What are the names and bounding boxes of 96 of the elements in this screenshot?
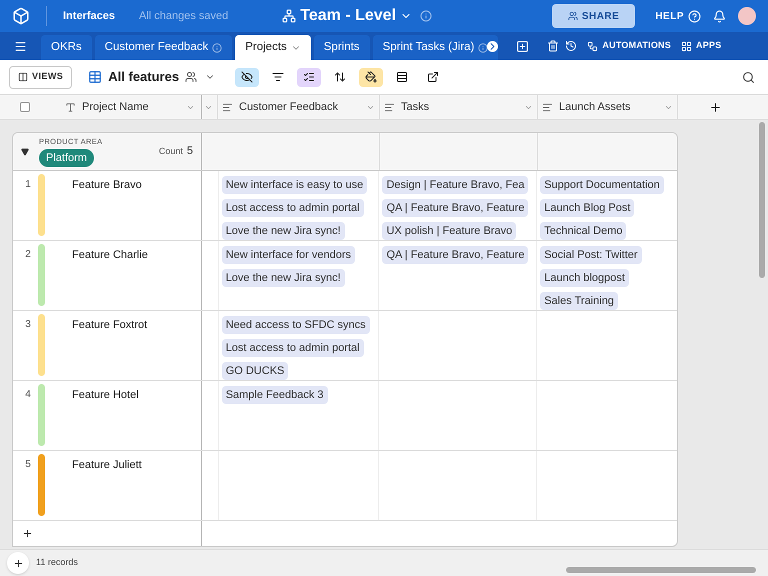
record-row[interactable]: 3 Feature Foxtrot Need access to SFDC syncs Lost access to admin portal GO DUCKS <box>13 311 677 381</box>
project-name-cell-text: Feature Bravo <box>72 178 142 193</box>
linked-field-icon <box>384 102 395 112</box>
column-header[interactable]: Project Name <box>82 98 149 116</box>
project-name-cell-text: Feature Juliett <box>72 458 142 473</box>
table-tab[interactable]: Sprints <box>314 35 370 60</box>
add-field-icon[interactable] <box>708 100 722 114</box>
bell-icon[interactable] <box>713 10 726 22</box>
sidebar-icon <box>18 72 28 82</box>
menu-icon[interactable] <box>14 40 27 52</box>
project-name-cell-text: Feature Charlie <box>72 248 148 263</box>
views-button[interactable]: VIEWS <box>9 66 72 88</box>
filter-icon <box>272 71 284 83</box>
linked-record-chip[interactable]: New interface for vendors <box>222 246 356 264</box>
row-number: 2 <box>24 248 32 262</box>
linked-record-chip[interactable]: Sales Training <box>540 292 618 310</box>
history-icon[interactable] <box>565 40 578 52</box>
group-count-label: Count <box>158 144 183 158</box>
hide-tool-button[interactable] <box>235 68 260 86</box>
apps-button[interactable]: APPS <box>681 39 722 53</box>
linked-record-chip[interactable]: Launch Blog Post <box>540 199 634 217</box>
color-tool-button[interactable] <box>359 68 384 86</box>
add-record-icon[interactable] <box>22 528 33 539</box>
row-number: 5 <box>24 458 32 472</box>
table-tab[interactable]: Customer Feedback <box>94 35 232 60</box>
text-field-icon <box>65 102 76 112</box>
column-header[interactable]: Launch Assets <box>559 98 631 116</box>
help-icon[interactable] <box>688 10 701 22</box>
linked-record-chip[interactable]: Lost access to admin portal <box>222 339 364 357</box>
info-icon[interactable] <box>420 10 432 22</box>
people-icon <box>568 11 578 21</box>
column-header[interactable]: Customer Feedback <box>239 98 338 116</box>
project-name-cell-text: Feature Hotel <box>72 388 139 403</box>
table-tab[interactable]: OKRs <box>41 35 92 60</box>
hide-icon <box>241 71 254 83</box>
share-icon <box>427 71 440 83</box>
column-header[interactable]: Tasks <box>401 98 430 116</box>
color-icon <box>365 71 378 83</box>
share-button[interactable]: SHARE <box>552 4 636 28</box>
linked-record-chip[interactable]: Need access to SFDC syncs <box>222 316 370 334</box>
save-status: All changes saved <box>138 8 228 24</box>
group-count: 5 <box>186 144 193 160</box>
row-number: 3 <box>24 318 32 332</box>
linked-record-chip[interactable]: Social Post: Twitter <box>540 246 642 264</box>
linked-record-chip[interactable]: New interface is easy to use <box>222 176 368 194</box>
record-row[interactable]: 2 Feature Charlie New interface for vendors Love the new Jira sync! QA | Feature Bravo, Feature Social Post: Twitter Launch blogpost Sales Training <box>13 241 677 311</box>
linked-field-icon <box>222 102 233 112</box>
sort-icon <box>334 71 346 83</box>
table-tab[interactable]: Projects <box>235 35 311 60</box>
linked-record-chip[interactable]: Launch blogpost <box>540 269 629 287</box>
row-number: 1 <box>24 178 32 192</box>
add-table-icon[interactable] <box>516 40 530 52</box>
apps-icon <box>681 40 692 52</box>
grid-view-icon <box>88 70 102 84</box>
linked-record-chip[interactable]: Sample Feedback 3 <box>222 386 328 404</box>
linked-record-chip[interactable]: UX polish | Feature Bravo <box>382 222 516 240</box>
record-row[interactable] <box>13 171 677 241</box>
search-icon[interactable] <box>742 70 755 84</box>
trash-icon[interactable] <box>547 40 560 52</box>
row-number: 4 <box>24 388 32 402</box>
record-count: 11 records <box>36 556 78 570</box>
linked-record-chip[interactable]: QA | Feature Bravo, Feature <box>382 246 528 264</box>
info-icon <box>212 42 222 52</box>
linked-record-chip[interactable]: Support Documentation <box>540 176 664 194</box>
project-name-cell-text: Feature Foxtrot <box>72 318 148 333</box>
vertical-scrollbar[interactable] <box>759 122 765 278</box>
base-title[interactable]: Team - Level <box>300 4 396 28</box>
select-all-checkbox[interactable] <box>20 102 30 112</box>
horizontal-scrollbar[interactable] <box>566 567 756 573</box>
add-icon[interactable] <box>12 558 24 568</box>
base-icon <box>282 9 296 23</box>
linked-record-chip[interactable]: QA | Feature Bravo, Feature <box>382 199 528 217</box>
collapse-icon[interactable] <box>21 148 29 156</box>
automations-button[interactable]: AUTOMATIONS <box>587 39 672 53</box>
linked-record-chip[interactable]: Design | Feature Bravo, Fea <box>382 176 528 194</box>
group-tool-button[interactable] <box>297 68 322 86</box>
linked-record-chip[interactable]: Love the new Jira sync! <box>222 222 345 240</box>
linked-record-chip[interactable]: GO DUCKS <box>222 362 288 380</box>
help-link[interactable]: HELP <box>655 8 684 24</box>
linked-record-chip[interactable]: Lost access to admin portal <box>222 199 364 217</box>
group-value-pill: Platform <box>39 148 94 168</box>
linked-record-chip[interactable]: Love the new Jira sync! <box>222 269 345 287</box>
info-icon <box>478 42 488 52</box>
record-row[interactable]: 5 Feature Juliett <box>13 451 677 521</box>
logo-icon[interactable] <box>12 7 30 25</box>
view-name[interactable]: All features <box>108 67 180 87</box>
automations-icon <box>587 40 598 52</box>
height-icon <box>396 71 408 83</box>
avatar[interactable] <box>738 7 756 25</box>
group-icon <box>303 71 316 83</box>
collaborative-icon <box>185 71 198 83</box>
table-tab[interactable]: Sprint Tasks (Jira) <box>372 35 498 60</box>
record-row[interactable]: 4 Feature Hotel Sample Feedback 3 <box>13 381 677 451</box>
linked-record-chip[interactable]: Technical Demo <box>540 222 626 240</box>
linked-field-icon <box>542 102 553 112</box>
interfaces-link[interactable]: Interfaces <box>63 8 115 24</box>
